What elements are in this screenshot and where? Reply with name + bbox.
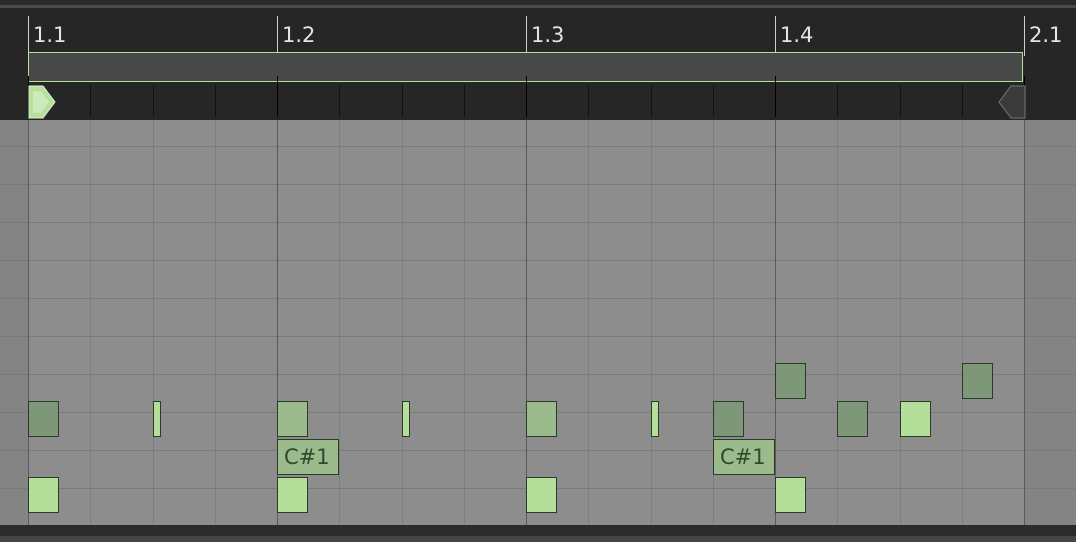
bar-label: 1.1 (33, 23, 67, 47)
midi-note[interactable] (277, 401, 308, 437)
beat-line (153, 120, 154, 525)
midi-note[interactable] (837, 401, 868, 437)
beat-line (837, 120, 838, 525)
row-line (0, 298, 1076, 299)
beat-tick (90, 85, 91, 117)
beat-line (775, 120, 776, 525)
beat-line (464, 120, 465, 525)
note-label: C#1 (720, 445, 766, 469)
beat-line (900, 120, 901, 525)
bar-label: 2.1 (1029, 23, 1063, 47)
beat-line (402, 120, 403, 525)
beat-tick (464, 85, 465, 117)
beat-tick (402, 85, 403, 117)
row-line (0, 184, 1076, 185)
beat-tick (775, 76, 776, 117)
bar-label: 1.3 (531, 23, 565, 47)
midi-note[interactable] (28, 401, 59, 437)
timeline-ruler[interactable]: 1.1 1.2 1.3 1.4 2.1 (0, 8, 1076, 120)
row-line (0, 260, 1076, 261)
beat-line (962, 120, 963, 525)
beat-tick (215, 85, 216, 117)
bar-label: 1.4 (780, 23, 814, 47)
beat-line (90, 120, 91, 525)
midi-note[interactable] (526, 477, 557, 513)
grid-pre-region (0, 120, 28, 525)
midi-note[interactable] (28, 477, 59, 513)
beat-tick (339, 85, 340, 117)
beat-line (1024, 120, 1025, 525)
bar-label: 1.2 (282, 23, 316, 47)
beat-tick (713, 85, 714, 117)
beat-tick (900, 85, 901, 117)
note-label: C#1 (284, 445, 330, 469)
midi-note[interactable] (775, 363, 806, 399)
midi-note[interactable] (153, 401, 161, 437)
row-line (0, 374, 1076, 375)
midi-note[interactable] (775, 477, 806, 513)
bar-tick (1024, 16, 1025, 56)
bottom-border (0, 536, 1076, 542)
beat-line (588, 120, 589, 525)
grid-post-loop-region (1025, 120, 1076, 525)
midi-note[interactable] (277, 477, 308, 513)
beat-line (339, 120, 340, 525)
beat-line (215, 120, 216, 525)
bar-tick (775, 16, 776, 56)
beat-tick (588, 85, 589, 117)
row-line (0, 222, 1076, 223)
beat-tick (277, 76, 278, 117)
beat-tick (651, 85, 652, 117)
row-line (0, 336, 1076, 337)
midi-note[interactable] (713, 401, 744, 437)
bar-tick (277, 16, 278, 56)
row-line (0, 146, 1076, 147)
beat-line (526, 120, 527, 525)
note-c-sharp-1[interactable]: C#1 (713, 439, 775, 475)
beat-tick (837, 85, 838, 117)
beat-tick (526, 76, 527, 117)
midi-note[interactable] (962, 363, 993, 399)
loop-end-marker-icon[interactable] (996, 85, 1026, 119)
beat-tick (962, 85, 963, 117)
row-line (0, 450, 1076, 451)
beat-line (651, 120, 652, 525)
midi-note[interactable] (651, 401, 659, 437)
beat-tick (153, 85, 154, 117)
piano-roll-grid[interactable]: C#1 C#1 (0, 120, 1076, 527)
bar-tick (28, 16, 29, 56)
midi-note[interactable] (900, 401, 931, 437)
note-c-sharp-1[interactable]: C#1 (277, 439, 339, 475)
bar-tick (526, 16, 527, 56)
midi-note[interactable] (402, 401, 410, 437)
beat-line (28, 120, 29, 525)
midi-note[interactable] (526, 401, 557, 437)
loop-start-marker-icon[interactable] (28, 85, 58, 119)
